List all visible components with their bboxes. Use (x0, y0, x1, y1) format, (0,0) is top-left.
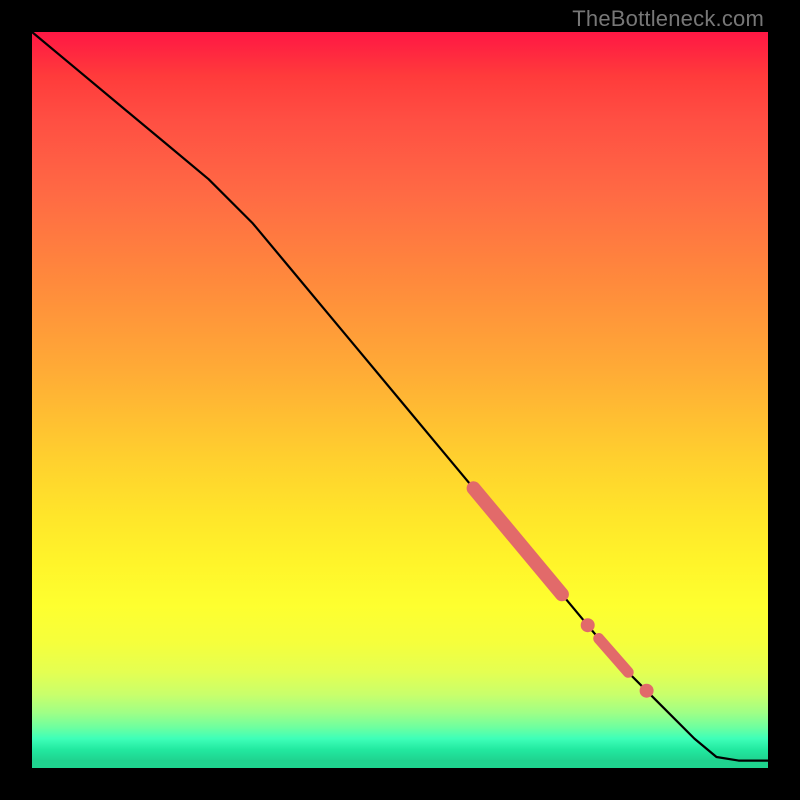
chart-svg (32, 32, 768, 768)
highlight-dot (640, 684, 654, 698)
attribution-text: TheBottleneck.com (572, 6, 764, 32)
plot-area (32, 32, 768, 768)
chart-stage: TheBottleneck.com (0, 0, 800, 800)
highlight-segment (474, 488, 562, 594)
bottleneck-curve-line (32, 32, 768, 761)
highlight-segment (599, 639, 629, 673)
highlight-group (474, 488, 654, 697)
highlight-dot (581, 618, 595, 632)
